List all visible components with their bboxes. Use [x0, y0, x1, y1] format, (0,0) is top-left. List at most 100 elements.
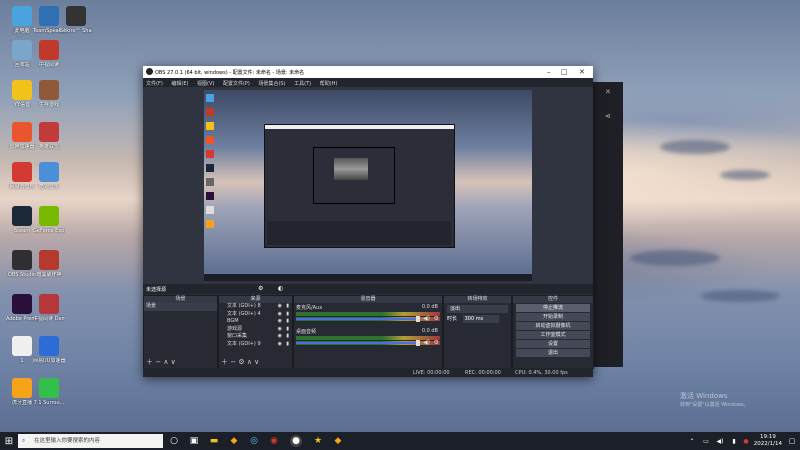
desktop-icon-label: 生存游戏: [38, 102, 59, 108]
mixer-track: 麦克风/Aux 0.0 dB ◀) ⚙: [294, 303, 442, 327]
obs-logo-icon: [146, 68, 153, 75]
star-taskbar-icon[interactable]: ★: [312, 435, 324, 447]
speaker-icon[interactable]: ◀): [423, 339, 430, 346]
app-taskbar-icon[interactable]: ◆: [332, 435, 344, 447]
maximize-icon[interactable]: □: [561, 68, 568, 76]
transition-select[interactable]: 淡出: [447, 305, 508, 313]
notifications-icon[interactable]: ▢: [786, 435, 798, 447]
volume-icon[interactable]: ◀): [714, 435, 726, 447]
obs-icon: [12, 250, 32, 270]
minimize-icon[interactable]: –: [547, 68, 551, 76]
desktop-icon[interactable]: 网易UU加速器: [33, 336, 65, 364]
speaker-icon[interactable]: ◀): [423, 315, 430, 322]
stop-streaming-button[interactable]: 停止推流: [516, 304, 590, 312]
obs-window: OBS 27.0.1 (64 bit, windows) - 配置文件: 未命名…: [143, 66, 594, 377]
obs-taskbar-icon[interactable]: ●: [290, 435, 302, 447]
desktop-icon[interactable]: 7.1 Surrou...: [33, 378, 65, 406]
desktop-icon[interactable]: 英雄联盟: [33, 122, 65, 150]
source-item[interactable]: 窗口采集 ◉ ▮: [219, 333, 292, 341]
preview-area: [143, 87, 593, 287]
source-item[interactable]: 文本 (GDI+) 8 ◉ ▮: [219, 303, 292, 311]
sources-dock: 来源 文本 (GDI+) 8 ◉ ▮ 文本 (GDI+) 4 ◉ ▮ BGM ◉ ▮ 游戏源…: [218, 295, 293, 369]
windows-start-icon[interactable]: ⊞: [3, 435, 15, 447]
steam-taskbar-icon[interactable]: ◎: [248, 435, 260, 447]
source-item[interactable]: BGM ◉ ▮: [219, 318, 292, 326]
lock-icon[interactable]: ▮: [286, 311, 289, 319]
huya-taskbar-icon[interactable]: ◆: [228, 435, 240, 447]
source-toolbar: 未选择源 ⚙ ◐: [143, 284, 593, 294]
menu-scene-collection[interactable]: 场景集合(S): [255, 78, 289, 87]
lock-icon[interactable]: ▮: [286, 303, 289, 311]
exit-button[interactable]: 退出: [516, 349, 590, 357]
controls-dock-title: 控件: [513, 296, 593, 303]
mixer-track: 桌面音频 0.0 dB ◀) ⚙: [294, 327, 442, 351]
people-icon[interactable]: ⌃: [686, 435, 698, 447]
source-item[interactable]: 文本 (GDI+) 9 ◉ ▮: [219, 341, 292, 349]
file-explorer-icon[interactable]: ▬: [208, 435, 220, 447]
menu-tools[interactable]: 工具(T): [291, 78, 315, 87]
netease-music-icon: [12, 162, 32, 182]
desktop-icon[interactable]: 暗黑破坏神: [33, 250, 65, 278]
menu-file[interactable]: 文件(F): [143, 78, 167, 87]
close-icon[interactable]: ✕: [579, 68, 585, 76]
visibility-eye-icon[interactable]: ◉: [278, 333, 282, 341]
lock-icon[interactable]: ▮: [286, 318, 289, 326]
gear-icon[interactable]: ⚙: [434, 339, 439, 346]
volume-slider[interactable]: [296, 342, 420, 344]
visibility-eye-icon[interactable]: ◉: [278, 303, 282, 311]
transitions-dock: 转场特效 淡出 时长 300 ms: [443, 295, 512, 369]
track-name: 桌面音频: [296, 329, 317, 335]
battery-icon[interactable]: ▮: [728, 435, 740, 447]
source-item[interactable]: 文本 (GDI+) 4 ◉ ▮: [219, 311, 292, 319]
desktop-icon[interactable]: 中视阅读 Demo: [33, 294, 65, 322]
filters-icon[interactable]: ◐: [278, 285, 283, 292]
gear-icon[interactable]: ⚙: [434, 315, 439, 322]
visibility-eye-icon[interactable]: ◉: [278, 318, 282, 326]
lock-icon[interactable]: ▮: [286, 341, 289, 349]
visibility-eye-icon[interactable]: ◉: [278, 341, 282, 349]
notification-app-icon[interactable]: ●: [740, 435, 752, 447]
desktop-icon-label: 7.1 Surrou...: [33, 400, 65, 406]
menu-edit[interactable]: 编辑(E): [168, 78, 192, 87]
duration-input[interactable]: 300 ms: [462, 315, 499, 323]
preview-canvas[interactable]: [204, 90, 532, 281]
app-icon: [39, 40, 59, 60]
menu-view[interactable]: 视图(V): [194, 78, 218, 87]
menu-help[interactable]: 帮助(H): [317, 78, 342, 87]
menu-profile[interactable]: 配置文件(P): [220, 78, 254, 87]
track-db: 0.0 dB: [421, 304, 438, 310]
share-icon[interactable]: ⋖: [605, 112, 611, 120]
volume-slider-handle[interactable]: [416, 340, 420, 346]
settings-button[interactable]: 设置: [516, 340, 590, 348]
scene-controls[interactable]: ＋ − ∧ ∨: [146, 357, 176, 367]
desktop-icon[interactable]: 中视阅读: [33, 40, 65, 68]
duration-label: 时长: [447, 316, 458, 322]
source-controls[interactable]: ＋ − ⚙ ∧ ∨: [221, 357, 259, 367]
scene-item[interactable]: 场景: [144, 303, 217, 311]
desktop-icon[interactable]: Sekiro™ Shadow...: [60, 6, 92, 34]
system-clock[interactable]: 19:19 2022/1/14: [754, 434, 782, 448]
visibility-eye-icon[interactable]: ◉: [278, 326, 282, 334]
search-box[interactable]: ⌕ 在这里输入你要搜索的内容: [18, 434, 163, 448]
source-item[interactable]: 游戏源 ◉ ▮: [219, 326, 292, 334]
network-icon[interactable]: ▭: [700, 435, 712, 447]
lock-icon[interactable]: ▮: [286, 333, 289, 341]
visibility-eye-icon[interactable]: ◉: [278, 311, 282, 319]
studio-mode-button[interactable]: 工作室模式: [516, 331, 590, 339]
volume-slider-handle[interactable]: [416, 316, 420, 322]
cortana-icon[interactable]: ○: [168, 435, 180, 447]
taskbar: ⊞ ⌕ 在这里输入你要搜索的内容 ○ ▣ ▬ ◆ ◎ ◉ ● ★ ◆ ⌃ ▭ ◀…: [0, 432, 800, 450]
desktop-icon[interactable]: 生存游戏: [33, 80, 65, 108]
desktop-icon[interactable]: GeForce Experience: [33, 206, 65, 234]
preview-desktop-icons: [206, 94, 216, 272]
task-view-icon[interactable]: ▣: [188, 435, 200, 447]
properties-gear-icon[interactable]: ⚙: [258, 285, 263, 292]
volume-slider[interactable]: [296, 318, 420, 320]
lock-icon[interactable]: ▮: [286, 326, 289, 334]
desktop-icon[interactable]: 酷狗音乐: [33, 162, 65, 190]
file-icon: [12, 336, 32, 356]
start-recording-button[interactable]: 开始录制: [516, 313, 590, 321]
start-virtual-camera-button[interactable]: 启动虚拟摄像机: [516, 322, 590, 330]
close-icon[interactable]: ✕: [605, 88, 611, 96]
netease-taskbar-icon[interactable]: ◉: [268, 435, 280, 447]
